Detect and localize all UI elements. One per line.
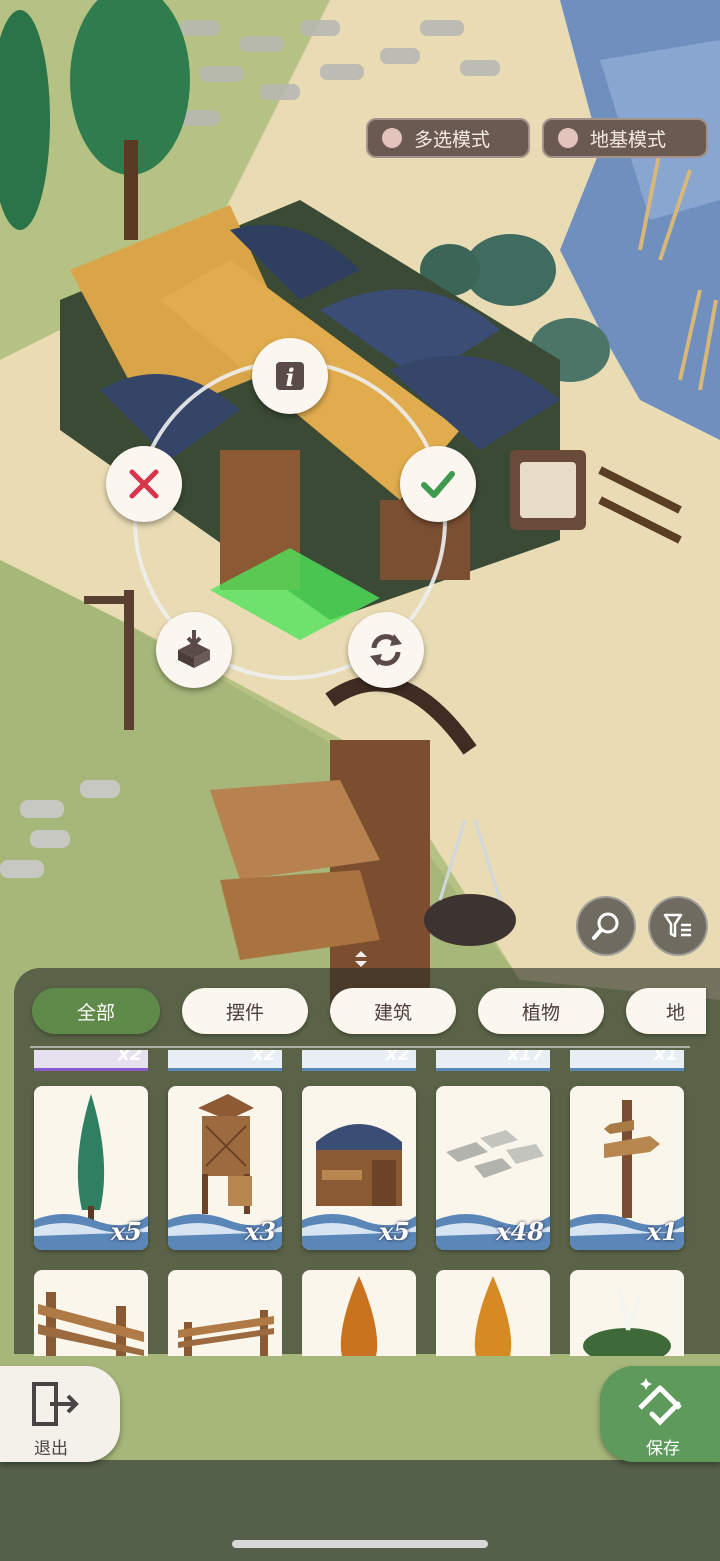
rotate-button[interactable] (348, 612, 424, 688)
save-label: 保存 (646, 1439, 680, 1459)
low-fence-icon (178, 1310, 274, 1356)
item-count: x1 (653, 1050, 678, 1065)
storage-box-icon (178, 630, 210, 668)
home-indicator[interactable] (232, 1540, 488, 1548)
inventory-card[interactable]: x3 (168, 1086, 282, 1250)
inventory-card-partial[interactable]: x2 (302, 1050, 416, 1071)
inventory-card[interactable] (436, 1270, 550, 1356)
item-count: x2 (117, 1050, 142, 1065)
toggle-indicator-icon (558, 128, 578, 148)
tab-buildings[interactable]: 建筑 (330, 988, 456, 1034)
inventory-card[interactable] (570, 1270, 684, 1356)
item-count: x1 (646, 1217, 678, 1246)
stepping-stones-icon (446, 1130, 544, 1178)
cancel-button[interactable] (106, 446, 182, 522)
item-count: x17 (507, 1050, 544, 1065)
exit-door-icon (32, 1382, 79, 1426)
svg-text:i: i (285, 363, 294, 392)
info-button[interactable]: i (252, 338, 328, 414)
item-count: x2 (385, 1050, 410, 1065)
item-count: x5 (110, 1217, 142, 1246)
barrel-roof-house-icon (316, 1124, 402, 1206)
tab-divider (30, 1046, 690, 1048)
toggle-indicator-icon (382, 128, 402, 148)
wooden-watchtower-icon (198, 1094, 254, 1214)
cypress-tree-icon (77, 1094, 105, 1220)
wooden-fence-icon (38, 1292, 144, 1356)
info-scroll-icon: i (276, 362, 304, 392)
store-to-inventory-button[interactable] (156, 612, 232, 688)
confirm-button[interactable] (400, 446, 476, 522)
foundation-mode-label: 地基模式 (590, 128, 667, 151)
inventory-card[interactable]: x5 (302, 1086, 416, 1250)
search-button[interactable] (576, 896, 636, 956)
inventory-card[interactable]: x48 (436, 1086, 550, 1250)
inventory-card-partial[interactable]: x1 (570, 1050, 684, 1071)
inventory-card[interactable] (34, 1270, 148, 1356)
item-count: x5 (378, 1217, 410, 1246)
autumn-tree-icon (340, 1276, 378, 1356)
tab-plants[interactable]: 植物 (478, 988, 604, 1034)
tab-all[interactable]: 全部 (32, 988, 160, 1034)
autumn-tree-icon (474, 1276, 512, 1356)
check-icon (421, 471, 455, 498)
inventory-card[interactable] (302, 1270, 416, 1356)
item-count: x48 (496, 1217, 544, 1246)
filter-icon (663, 913, 691, 938)
tab-ornaments[interactable]: 摆件 (182, 988, 308, 1034)
foundation-mode-toggle[interactable]: 地基模式 (542, 118, 708, 158)
save-button[interactable]: 保存 (600, 1366, 720, 1462)
save-house-icon (638, 1378, 682, 1426)
white-flower-bush-icon (583, 1289, 671, 1356)
item-count: x2 (251, 1050, 276, 1065)
filter-button[interactable] (648, 896, 708, 956)
multi-select-mode-label: 多选模式 (414, 128, 491, 151)
search-icon (592, 912, 619, 940)
inventory-card[interactable] (168, 1270, 282, 1356)
close-icon (129, 469, 159, 499)
rotate-icon (370, 634, 402, 666)
inventory-card[interactable]: x1 (570, 1086, 684, 1250)
item-count: x3 (244, 1217, 276, 1246)
signpost-icon (604, 1100, 660, 1218)
inventory-card-partial[interactable]: x17 (436, 1050, 550, 1071)
drawer-resize-handle-icon[interactable] (348, 946, 374, 972)
inventory-card-partial[interactable]: x2 (34, 1050, 148, 1071)
multi-select-mode-toggle[interactable]: 多选模式 (366, 118, 530, 158)
inventory-card-partial[interactable]: x2 (168, 1050, 282, 1071)
inventory-card[interactable]: x5 (34, 1086, 148, 1250)
tab-ground[interactable]: 地 (626, 988, 706, 1034)
exit-button[interactable]: 退出 (0, 1366, 120, 1462)
exit-label: 退出 (34, 1439, 68, 1459)
